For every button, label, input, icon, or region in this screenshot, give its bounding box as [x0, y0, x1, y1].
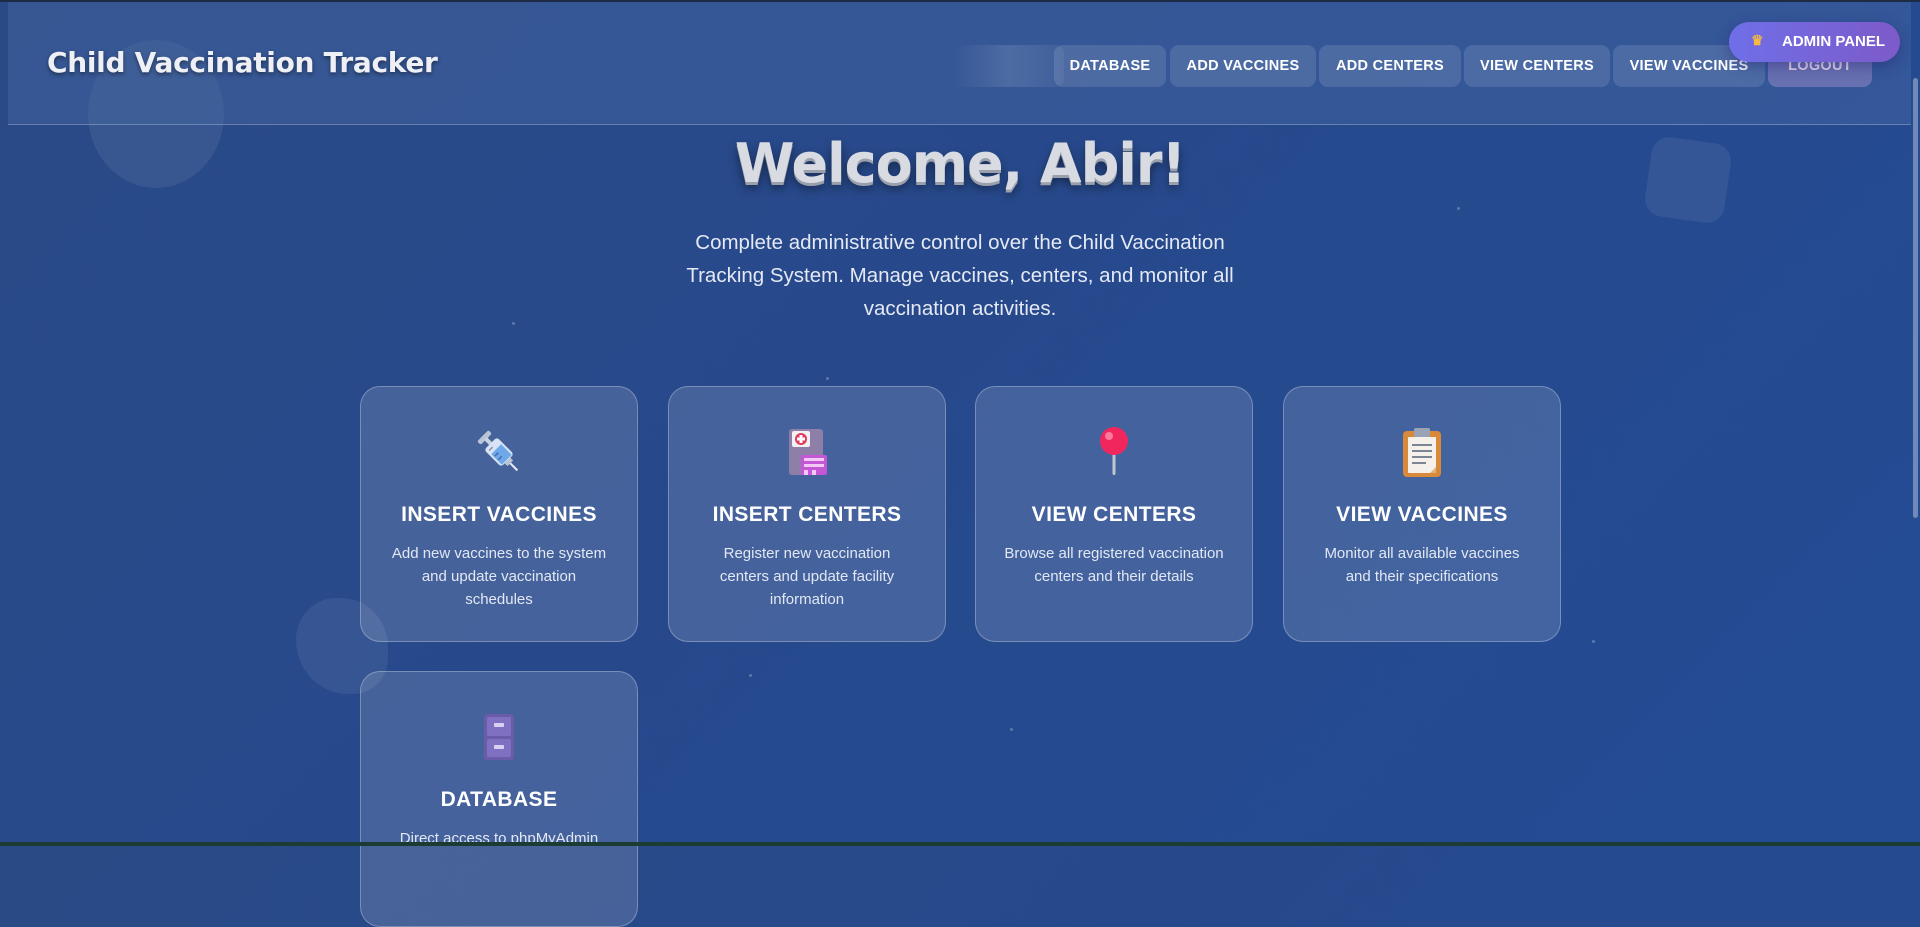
sparkle-dot: [1010, 728, 1013, 731]
card-title: VIEW CENTERS: [1031, 503, 1197, 526]
card-title: INSERT VACCINES: [401, 503, 597, 526]
card-title: DATABASE: [440, 788, 558, 811]
card-description: Monitor all available vaccines and their…: [1324, 545, 1520, 585]
sparkle-dot: [1457, 207, 1460, 210]
sparkle-dot: [749, 674, 752, 677]
card-description: Register new vaccination centers and upd…: [719, 545, 895, 608]
app-title[interactable]: Child Vaccination Tracker: [47, 46, 438, 79]
sparkle-dot: [1592, 640, 1595, 643]
card-description: Add new vaccines to the system and updat…: [391, 545, 607, 608]
top-navbar: Child Vaccination Tracker DATABASE ADD V…: [8, 2, 1911, 125]
page-scrollbar[interactable]: [1913, 78, 1918, 518]
card-insert-vaccines[interactable]: INSERT VACCINES Add new vaccines to the …: [360, 386, 638, 642]
card-description: Browse all registered vaccination center…: [1004, 545, 1224, 585]
admin-panel-label: ADMIN PANEL: [1782, 33, 1886, 50]
card-view-vaccines[interactable]: VIEW VACCINES Monitor all available vacc…: [1283, 386, 1561, 642]
clipboard-icon: [1284, 425, 1560, 479]
window-bottom-edge: [0, 842, 1920, 846]
pushpin-icon: [976, 425, 1252, 479]
welcome-heading: Welcome, Abir!: [734, 132, 1186, 195]
card-description: Direct access to phpMyAdmin: [399, 830, 599, 847]
crown-icon: ♛: [1751, 32, 1764, 48]
card-title: INSERT CENTERS: [712, 503, 902, 526]
welcome-subtitle: Complete administrative control over the…: [686, 231, 1234, 320]
card-database[interactable]: DATABASE Direct access to phpMyAdmin: [360, 671, 638, 927]
admin-panel-badge: ♛ ADMIN PANEL: [1729, 22, 1900, 62]
card-title: VIEW VACCINES: [1336, 503, 1508, 526]
sparkle-dot: [512, 322, 515, 325]
syringe-icon: [361, 425, 637, 479]
nav-add-vaccines[interactable]: ADD VACCINES: [1170, 45, 1316, 87]
nav-database[interactable]: DATABASE: [1054, 45, 1166, 87]
card-view-centers[interactable]: VIEW CENTERS Browse all registered vacci…: [975, 386, 1253, 642]
sparkle-dot: [826, 377, 829, 380]
nav-fade-decoration: [954, 45, 1064, 87]
nav-add-centers[interactable]: ADD CENTERS: [1319, 45, 1461, 87]
card-insert-centers[interactable]: INSERT CENTERS Register new vaccination …: [668, 386, 946, 642]
nav-view-centers[interactable]: VIEW CENTERS: [1464, 45, 1610, 87]
file-cabinet-icon: [361, 710, 637, 764]
hospital-icon: [669, 425, 945, 479]
